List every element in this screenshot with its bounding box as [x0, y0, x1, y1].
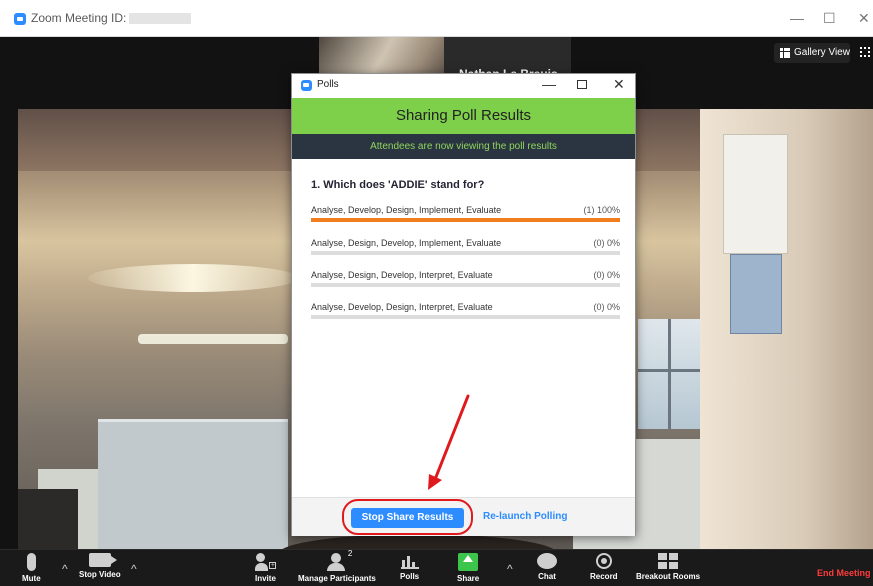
- poll-option-count: (0) 0%: [593, 302, 620, 312]
- poll-option-label: Analyse, Design, Develop, Implement, Eva…: [311, 238, 502, 248]
- maximize-button[interactable]: ☐: [823, 11, 836, 25]
- title-bar: Zoom Meeting ID: — ☐ ✕: [0, 0, 873, 37]
- mute-button[interactable]: Mute: [22, 553, 41, 583]
- poll-option-count: (0) 0%: [593, 270, 620, 280]
- share-screen-icon: [458, 553, 479, 571]
- stop-share-results-button[interactable]: Stop Share Results: [351, 508, 464, 528]
- gallery-view-button[interactable]: Gallery View: [774, 43, 850, 63]
- microphone-icon: [26, 553, 36, 571]
- participants-icon: 2: [325, 549, 352, 571]
- zoom-logo-icon: [301, 80, 312, 91]
- red-arrow-annotation: [428, 394, 470, 490]
- record-button[interactable]: Record: [590, 553, 618, 581]
- redacted-meeting-id: [129, 13, 192, 25]
- stop-video-button[interactable]: Stop Video: [79, 553, 121, 579]
- meeting-toolbar: Mute ^ Stop Video ^ + Invite 2 Manage Pa…: [0, 549, 873, 586]
- chat-bubble-icon: [537, 553, 557, 569]
- video-camera-icon: [88, 553, 111, 567]
- polls-button[interactable]: Polls: [400, 553, 419, 581]
- zoom-meeting-window: Zoom Meeting ID: — ☐ ✕ Nathan Le Breuis …: [0, 0, 873, 586]
- polls-title-bar: Polls — ✕: [292, 74, 635, 98]
- poll-question: 1. Which does 'ADDIE' stand for?: [311, 179, 485, 191]
- poll-option: Analyse, Develop, Design, Implement, Eva…: [311, 205, 620, 225]
- poll-option-count: (1) 100%: [583, 205, 620, 215]
- invite-icon: +: [255, 553, 277, 571]
- poll-option-bar: [311, 283, 620, 287]
- invite-button[interactable]: + Invite: [255, 553, 277, 583]
- zoom-logo-icon: [14, 13, 26, 25]
- poll-option-bar: [311, 218, 620, 222]
- participant-count: 2: [347, 549, 353, 558]
- share-options-caret[interactable]: ^: [507, 562, 513, 576]
- window-title: Zoom Meeting ID:: [31, 11, 192, 25]
- poll-option-label: Analyse, Develop, Design, Implement, Eva…: [311, 205, 502, 215]
- polls-close-button[interactable]: ✕: [613, 76, 625, 92]
- poll-option-bar: [311, 251, 620, 255]
- poll-option: Analyse, Design, Develop, Interpret, Eva…: [311, 270, 620, 290]
- polls-title: Polls: [317, 79, 339, 90]
- breakout-rooms-button[interactable]: Breakout Rooms: [636, 553, 700, 581]
- poll-option-label: Analyse, Design, Develop, Interpret, Eva…: [311, 270, 493, 280]
- poll-option: Analyse, Design, Develop, Implement, Eva…: [311, 238, 620, 258]
- record-icon: [595, 553, 612, 569]
- polls-minimize-button[interactable]: —: [542, 76, 556, 92]
- end-meeting-button[interactable]: End Meeting: [817, 568, 871, 578]
- poll-option-label: Analyse, Develop, Design, Interpret, Eva…: [311, 302, 493, 312]
- poll-option-bar: [311, 315, 620, 319]
- poll-option-fill: [311, 218, 620, 222]
- fullscreen-icon[interactable]: [860, 47, 870, 57]
- polls-footer: Stop Share Results Re-launch Polling: [292, 497, 635, 536]
- gallery-view-label: Gallery View: [794, 47, 850, 58]
- poll-status-header: Sharing Poll Results: [292, 98, 635, 134]
- poll-option: Analyse, Develop, Design, Interpret, Eva…: [311, 302, 620, 322]
- poll-notice: Attendees are now viewing the poll resul…: [292, 134, 635, 159]
- bar-chart-icon: [400, 553, 419, 569]
- video-options-caret[interactable]: ^: [131, 562, 137, 576]
- share-button[interactable]: Share: [457, 553, 479, 583]
- grid-icon: [780, 48, 790, 58]
- polls-maximize-button[interactable]: [577, 80, 587, 89]
- minimize-button[interactable]: —: [790, 11, 804, 25]
- poll-option-count: (0) 0%: [593, 238, 620, 248]
- chat-button[interactable]: Chat: [537, 553, 557, 581]
- breakout-rooms-icon: [658, 553, 678, 569]
- manage-participants-button[interactable]: 2 Manage Participants: [298, 549, 376, 583]
- relaunch-polling-button[interactable]: Re-launch Polling: [483, 511, 567, 522]
- audio-options-caret[interactable]: ^: [62, 562, 68, 576]
- close-button[interactable]: ✕: [858, 11, 870, 25]
